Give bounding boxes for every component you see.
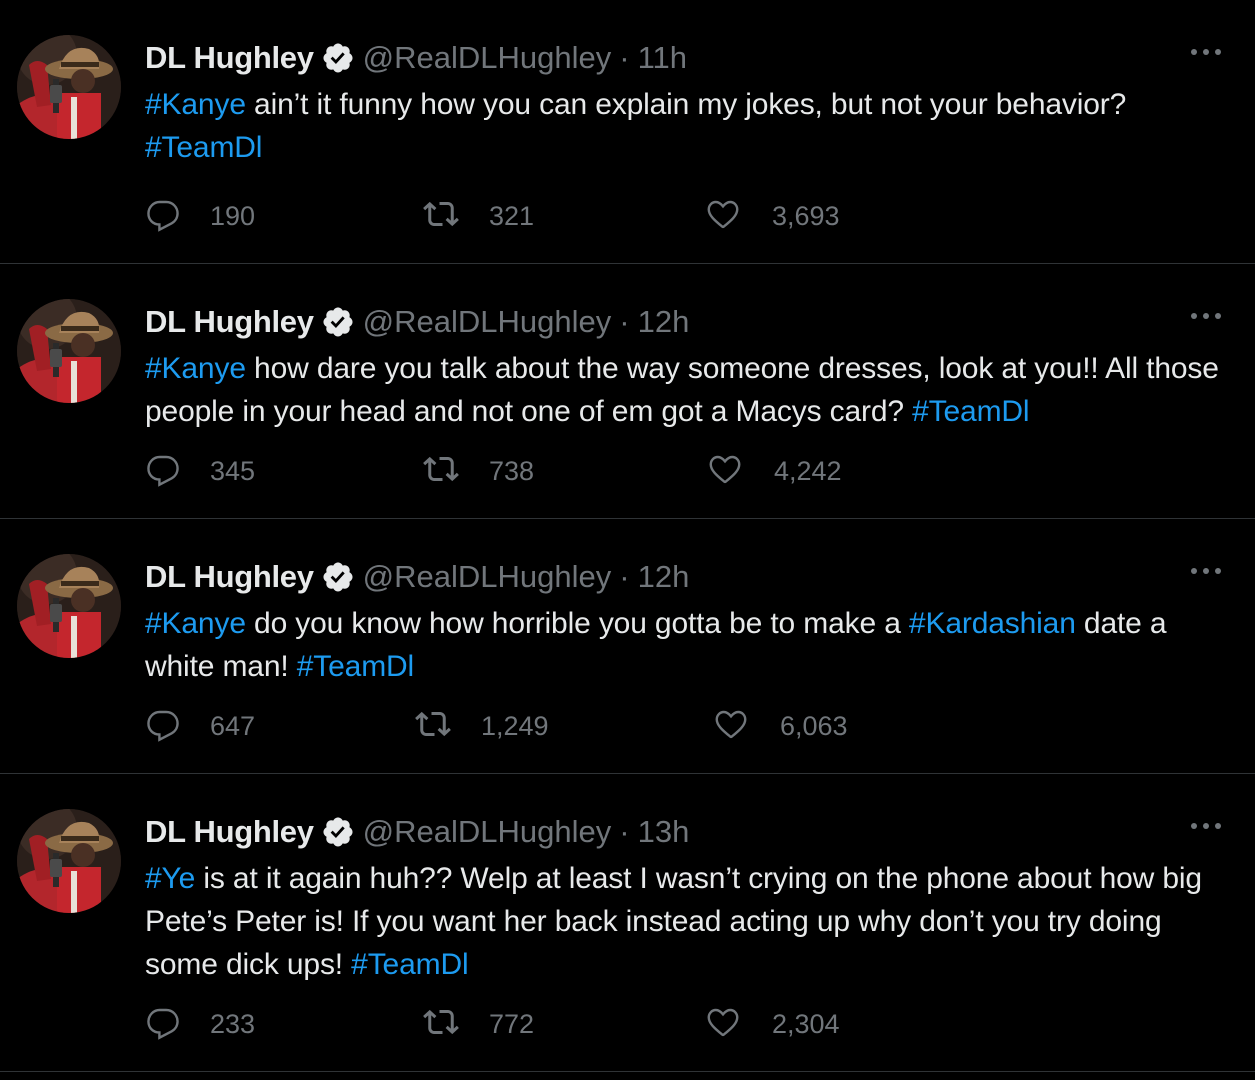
reply-button[interactable]: 345 [145, 451, 255, 491]
reply-icon [145, 706, 181, 747]
hashtag-link[interactable]: #TeamDl [912, 395, 1029, 428]
retweet-icon [423, 1004, 459, 1045]
tweet-actions: 233 772 2,304 [145, 1004, 1145, 1044]
user-handle[interactable]: @RealDLHughley [363, 40, 612, 76]
hashtag-link[interactable]: #TeamDl [351, 948, 468, 981]
tweet[interactable]: DL Hughley @RealDLHughley · 12h #Kanye d… [0, 519, 1255, 774]
reply-count: 345 [210, 455, 256, 486]
more-options-icon[interactable] [1189, 42, 1223, 62]
avatar[interactable] [17, 299, 121, 403]
verified-badge-icon [321, 560, 355, 594]
tweet-content: DL Hughley @RealDLHughley · 13h #Ye is a… [145, 810, 1225, 986]
tweet-timestamp[interactable]: 11h [638, 40, 687, 76]
more-options-icon[interactable] [1189, 561, 1223, 581]
like-button[interactable]: 6,063 [713, 706, 848, 746]
user-handle[interactable]: @RealDLHughley [363, 814, 612, 850]
hashtag-link[interactable]: #Kanye [145, 88, 246, 121]
more-options-icon[interactable] [1189, 306, 1223, 326]
retweet-icon [423, 196, 459, 237]
retweet-icon [423, 451, 459, 492]
retweet-button[interactable]: 1,249 [415, 706, 549, 746]
tweet-text-segment: how dare you talk about the way someone … [145, 352, 1219, 428]
hashtag-link[interactable]: #TeamDl [145, 131, 262, 164]
tweet-actions: 647 1,249 6,063 [145, 706, 1145, 746]
tweet-text-segment: is at it again huh?? Welp at least I was… [145, 862, 1202, 981]
tweet[interactable]: DL Hughley @RealDLHughley · 12h #Kanye h… [0, 264, 1255, 519]
retweet-button[interactable]: 321 [423, 196, 534, 236]
like-icon [707, 451, 743, 492]
tweet-text-segment: ain’t it funny how you can explain my jo… [245, 88, 1127, 121]
tweet-content: DL Hughley @RealDLHughley · 12h #Kanye h… [145, 300, 1225, 433]
retweet-button[interactable]: 772 [423, 1004, 534, 1044]
display-name[interactable]: DL Hughley [145, 814, 314, 850]
like-button[interactable]: 2,304 [705, 1004, 840, 1044]
retweet-count: 772 [489, 1008, 535, 1039]
tweet-text: #Ye is at it again huh?? Welp at least I… [145, 857, 1235, 986]
reply-count: 233 [210, 1008, 256, 1039]
reply-icon [145, 1004, 181, 1045]
tweet-timestamp[interactable]: 12h [638, 304, 690, 340]
like-icon [705, 196, 741, 237]
tweet-header: DL Hughley @RealDLHughley · 12h [145, 555, 1225, 599]
display-name[interactable]: DL Hughley [145, 559, 314, 595]
like-count: 3,693 [772, 200, 840, 231]
like-count: 2,304 [772, 1008, 840, 1039]
like-icon [713, 706, 749, 747]
tweet-header: DL Hughley @RealDLHughley · 12h [145, 300, 1225, 344]
tweet[interactable]: DL Hughley @RealDLHughley · 11h #Kanye a… [0, 0, 1255, 264]
tweet-feed: DL Hughley @RealDLHughley · 11h #Kanye a… [0, 0, 1255, 1072]
retweet-count: 321 [489, 200, 535, 231]
separator-dot: · [619, 559, 630, 594]
tweet-header: DL Hughley @RealDLHughley · 13h [145, 810, 1225, 854]
retweet-count: 1,249 [481, 710, 549, 741]
like-icon [705, 1004, 741, 1045]
retweet-button[interactable]: 738 [423, 451, 534, 491]
verified-badge-icon [321, 41, 355, 75]
avatar[interactable] [17, 809, 121, 913]
separator-dot: · [619, 814, 630, 849]
reply-count: 647 [210, 710, 256, 741]
reply-button[interactable]: 233 [145, 1004, 255, 1044]
tweet-timestamp[interactable]: 13h [638, 814, 690, 850]
tweet-text: #Kanye do you know how horrible you gott… [145, 602, 1235, 688]
like-button[interactable]: 4,242 [707, 451, 842, 491]
tweet-text: #Kanye how dare you talk about the way s… [145, 347, 1235, 433]
tweet-actions: 345 738 4,242 [145, 451, 1145, 491]
display-name[interactable]: DL Hughley [145, 40, 314, 76]
retweet-icon [415, 706, 451, 747]
separator-dot: · [619, 40, 630, 75]
tweet-text: #Kanye ain’t it funny how you can explai… [145, 83, 1235, 169]
like-button[interactable]: 3,693 [705, 196, 840, 236]
verified-badge-icon [321, 815, 355, 849]
hashtag-link[interactable]: #Ye [145, 862, 195, 895]
hashtag-link[interactable]: #Kardashian [909, 607, 1076, 640]
tweet-text-segment: do you know how horrible you gotta be to… [245, 607, 909, 640]
reply-count: 190 [210, 200, 256, 231]
separator-dot: · [619, 304, 630, 339]
tweet-content: DL Hughley @RealDLHughley · 11h #Kanye a… [145, 36, 1225, 169]
like-count: 6,063 [780, 710, 848, 741]
user-handle[interactable]: @RealDLHughley [363, 304, 612, 340]
tweet[interactable]: DL Hughley @RealDLHughley · 13h #Ye is a… [0, 774, 1255, 1072]
avatar[interactable] [17, 35, 121, 139]
reply-icon [145, 196, 181, 237]
reply-icon [145, 451, 181, 492]
more-options-icon[interactable] [1189, 816, 1223, 836]
display-name[interactable]: DL Hughley [145, 304, 314, 340]
reply-button[interactable]: 190 [145, 196, 255, 236]
hashtag-link[interactable]: #TeamDl [297, 650, 414, 683]
tweet-header: DL Hughley @RealDLHughley · 11h [145, 36, 1225, 80]
reply-button[interactable]: 647 [145, 706, 255, 746]
user-handle[interactable]: @RealDLHughley [363, 559, 612, 595]
tweet-content: DL Hughley @RealDLHughley · 12h #Kanye d… [145, 555, 1225, 688]
hashtag-link[interactable]: #Kanye [145, 607, 246, 640]
tweet-actions: 190 321 3,693 [145, 196, 1145, 236]
retweet-count: 738 [489, 455, 535, 486]
tweet-timestamp[interactable]: 12h [638, 559, 690, 595]
avatar[interactable] [17, 554, 121, 658]
verified-badge-icon [321, 305, 355, 339]
like-count: 4,242 [774, 455, 842, 486]
hashtag-link[interactable]: #Kanye [145, 352, 246, 385]
